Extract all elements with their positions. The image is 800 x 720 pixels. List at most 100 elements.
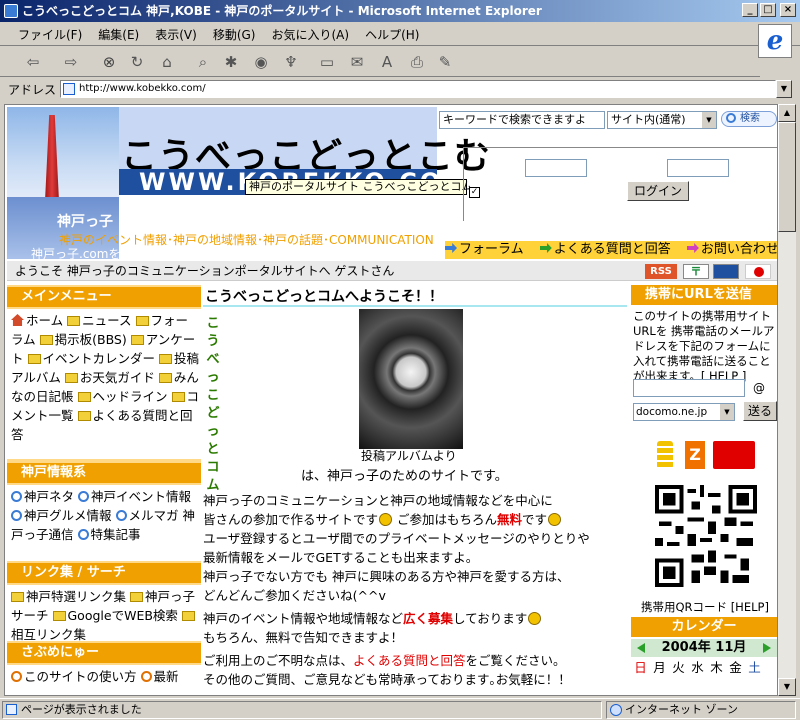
mobile-url-description: このサイトの携帯用サイトURLを 携帯電話のメールアドレスを下記のフォームに入れ… xyxy=(633,309,775,383)
username-field[interactable] xyxy=(525,159,587,177)
menu-item-news[interactable]: ニュース xyxy=(67,313,132,328)
remember-checkbox[interactable]: ✓ xyxy=(469,187,480,198)
edit-icon[interactable]: ✎ xyxy=(434,51,456,73)
send-button[interactable]: 送る xyxy=(743,401,777,421)
sub-menu-heading: さぶめにゅー xyxy=(7,643,201,663)
at-sign: @ xyxy=(753,381,765,395)
address-dropdown-icon[interactable]: ▼ xyxy=(776,80,792,98)
sub-menu-label: 最新 xyxy=(153,669,179,684)
nav-forum[interactable]: フォーラム xyxy=(445,242,530,257)
carrier-value: docomo.ne.jp xyxy=(636,406,708,418)
nav-faq[interactable]: よくある質問と回答 xyxy=(539,242,677,257)
link-label: 相互リンク集 xyxy=(11,627,87,641)
menu-edit[interactable]: 編集(E) xyxy=(90,22,147,47)
vodafone-logo[interactable] xyxy=(713,441,755,469)
history-icon[interactable]: ♆ xyxy=(280,51,302,73)
transit-icon[interactable]: 〒 xyxy=(683,264,709,279)
flag-icon[interactable] xyxy=(745,264,771,279)
vertical-char: っ xyxy=(206,370,220,385)
menu-item-home[interactable]: ホーム xyxy=(11,313,63,328)
arrow-icon xyxy=(686,243,699,253)
refresh-icon[interactable]: ↻ xyxy=(126,51,148,73)
minimize-button[interactable]: _ xyxy=(742,3,758,17)
sub-menu-item[interactable]: このサイトの使い方 xyxy=(11,669,137,684)
scroll-up-icon[interactable]: ▲ xyxy=(778,104,796,122)
ezweb-logo[interactable]: Z xyxy=(685,441,705,469)
intro-text: 神戸っ子のコミュニケーションと神戸の地域情報などを中心に 皆さんの参加で作るサイ… xyxy=(203,491,629,689)
kobe-info-item[interactable]: 神戸ネタ xyxy=(11,489,74,504)
link-item[interactable]: 神戸特選リンク集 xyxy=(11,589,126,604)
menu-go[interactable]: 移動(G) xyxy=(205,22,264,47)
intro-fragment: 皆さんの参加で作るサイトです xyxy=(203,512,379,527)
menu-item-bbs[interactable]: 掲示板(BBS) xyxy=(39,332,127,347)
search-icon[interactable]: ⌕ xyxy=(192,51,214,73)
home-icon[interactable]: ⌂ xyxy=(156,51,178,73)
menu-file[interactable]: ファイル(F) xyxy=(10,22,90,47)
menu-item-headline[interactable]: ヘッドライン xyxy=(77,389,168,404)
link-item[interactable]: GoogleでWEB検索 xyxy=(52,608,178,623)
kobe-info-item[interactable]: 特集記事 xyxy=(77,527,141,542)
links-heading: リンク集 / サーチ xyxy=(7,563,201,583)
close-button[interactable]: × xyxy=(780,3,796,17)
menu-item-events[interactable]: イベントカレンダー xyxy=(27,351,155,366)
docomo-logo[interactable] xyxy=(657,441,673,469)
vertical-char: べ xyxy=(206,352,220,367)
vertical-scrollbar[interactable]: ▲ ▼ xyxy=(778,104,796,696)
intro-line: その他のご質問、ご意見なども常時承っております｡お気軽に！！ xyxy=(203,672,571,687)
carrier-select[interactable]: docomo.ne.jp ▼ xyxy=(633,403,735,421)
menu-favorites[interactable]: お気に入り(A) xyxy=(263,22,357,47)
prev-month-icon[interactable] xyxy=(637,643,645,653)
intro-line: 神戸のイベント情報や地域情報など広く募集しております xyxy=(203,609,629,628)
print-icon[interactable]: ⎙ xyxy=(406,51,428,73)
vertical-char: っ xyxy=(206,424,220,439)
smile-icon xyxy=(548,513,562,526)
mobile-email-input[interactable] xyxy=(633,379,745,397)
kobe-info-item[interactable]: 神戸イベント情報 xyxy=(78,489,191,504)
album-photo[interactable] xyxy=(359,309,463,449)
link-label: GoogleでWEB検索 xyxy=(67,608,178,623)
home-icon xyxy=(11,314,24,326)
search-scope-select[interactable]: サイト内(通常) ▼ xyxy=(607,111,717,129)
magnifier-icon xyxy=(11,491,22,502)
login-button[interactable]: ログイン xyxy=(627,181,689,201)
menu-item-weather[interactable]: お天気ガイド xyxy=(64,370,155,385)
stop-icon[interactable]: ⊗ xyxy=(98,51,120,73)
smile-icon xyxy=(528,612,542,625)
search-button[interactable]: 検索 xyxy=(721,111,777,127)
mail-icon[interactable]: ✉ xyxy=(346,51,368,73)
sub-menu-item[interactable]: 最新 xyxy=(140,669,179,684)
fullscreen-icon[interactable]: ▭ xyxy=(316,51,338,73)
nav-contact[interactable]: お問い合わせ xyxy=(686,242,777,257)
intro-line: 最新情報をメールでGETすることも出来ますよ。 xyxy=(203,550,479,565)
weekday-sun: 日 xyxy=(634,660,647,675)
ship-icon[interactable] xyxy=(713,264,739,279)
maximize-button[interactable]: □ xyxy=(760,3,776,17)
vertical-char: と xyxy=(206,442,220,457)
media-icon[interactable]: ◉ xyxy=(250,51,272,73)
intro-line: 神戸っ子のコミュニケーションと神戸の地域情報などを中心に xyxy=(203,493,553,508)
kobe-info-item[interactable]: 神戸グルメ情報 xyxy=(11,508,112,523)
folder-icon xyxy=(11,592,24,602)
magnifier-icon xyxy=(115,510,127,521)
search-scope-value: サイト内(通常) xyxy=(611,113,686,126)
window-title-bar[interactable]: こうべっこどっとコム 神戸,KOBE - 神戸のポータルサイト - Micros… xyxy=(0,0,800,22)
back-icon[interactable]: ⇦ xyxy=(22,51,44,73)
address-input[interactable]: http://www.kobekko.com/ xyxy=(60,80,776,98)
search-input[interactable]: キーワードで検索できますよ xyxy=(439,111,605,129)
qr-caption[interactable]: 携帯用QRコード [HELP] xyxy=(641,599,769,615)
rss-button[interactable]: RSS xyxy=(645,264,677,279)
forward-icon[interactable]: ⇨ xyxy=(60,51,82,73)
intro-fragment: をご覧ください。 xyxy=(465,653,566,668)
menu-help[interactable]: ヘルプ(H) xyxy=(357,22,427,47)
menu-view[interactable]: 表示(V) xyxy=(147,22,205,47)
scroll-thumb[interactable] xyxy=(778,122,796,232)
vertical-site-name: こ う べ っ こ ど っ と コ ム xyxy=(203,315,223,495)
status-text: ページが表示されました xyxy=(21,703,142,716)
favorites-icon[interactable]: ✱ xyxy=(220,51,242,73)
font-size-icon[interactable]: A xyxy=(376,51,398,73)
magnifier-icon xyxy=(726,113,736,123)
scroll-down-icon[interactable]: ▼ xyxy=(778,678,796,696)
faq-link[interactable]: よくある質問と回答 xyxy=(353,653,466,668)
next-month-icon[interactable] xyxy=(763,643,771,653)
password-field[interactable] xyxy=(667,159,729,177)
